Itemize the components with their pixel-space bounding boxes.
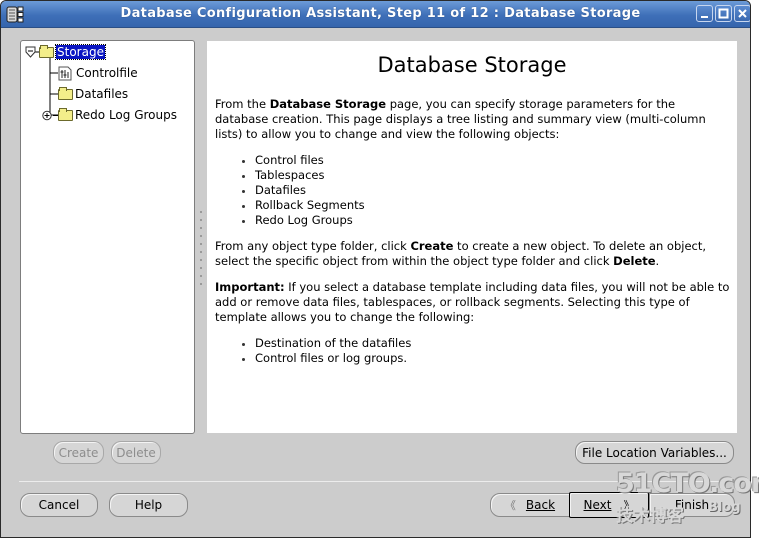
list-item: Datafiles: [242, 183, 365, 198]
next-button[interactable]: Next 》: [569, 492, 649, 518]
tree-item-label: Redo Log Groups: [75, 108, 177, 122]
text: From any object type folder, click: [215, 239, 411, 253]
next-label: Next: [583, 498, 612, 512]
storage-tree[interactable]: Storage Controlfile Datafiles Redo Log G…: [20, 40, 195, 434]
close-button[interactable]: [734, 5, 750, 22]
file-location-variables-button[interactable]: File Location Variables...: [575, 441, 734, 464]
bold-text: Important:: [215, 280, 285, 294]
window-title: Database Configuration Assistant, Step 1…: [120, 6, 641, 21]
bold-text: Delete: [613, 254, 656, 268]
list-item: Redo Log Groups: [242, 213, 365, 228]
content-title: Database Storage: [377, 53, 567, 77]
cancel-button[interactable]: Cancel: [20, 493, 98, 517]
create-delete-paragraph: From any object type folder, click Creat…: [215, 239, 730, 269]
minimize-button[interactable]: [696, 5, 713, 22]
maximize-button[interactable]: [715, 5, 732, 22]
finish-button[interactable]: Finish: [649, 493, 735, 517]
list-item: Destination of the datafiles: [241, 336, 412, 350]
help-content-panel: Database Storage From the Database Stora…: [207, 41, 737, 433]
minimize-icon: [701, 16, 708, 18]
objects-list: Control files Tablespaces Datafiles Roll…: [242, 153, 365, 228]
important-paragraph: Important: If you select a database temp…: [215, 280, 730, 325]
close-icon: [738, 9, 747, 18]
delete-button[interactable]: Delete: [111, 441, 161, 464]
dbca-window: Database Configuration Assistant, Step 1…: [0, 0, 751, 538]
tree-item-redo-log-groups[interactable]: Redo Log Groups: [42, 106, 177, 124]
tree-item-storage[interactable]: Storage: [25, 43, 106, 61]
title-bar[interactable]: Database Configuration Assistant, Step 1…: [1, 1, 750, 28]
back-arrow-icon: 《: [504, 499, 516, 512]
list-item: Control files: [242, 153, 365, 168]
bold-text: Database Storage: [269, 97, 387, 111]
maximize-icon: [718, 8, 729, 19]
tree-item-controlfile[interactable]: Controlfile: [58, 64, 138, 82]
intro-paragraph: From the Database Storage page, you can …: [215, 97, 730, 142]
folder-icon: [39, 44, 54, 58]
text: .: [655, 254, 660, 268]
separator: [19, 481, 750, 482]
back-button[interactable]: 《 Back: [490, 493, 570, 517]
list-item: Tablespaces: [242, 168, 365, 183]
collapse-icon[interactable]: [25, 46, 36, 58]
bold-text: Create: [410, 239, 454, 253]
folder-icon: [58, 86, 73, 100]
folder-icon: [58, 107, 73, 121]
text: If you select a database template includ…: [215, 280, 730, 324]
tree-item-datafiles[interactable]: Datafiles: [58, 85, 128, 103]
text: From the: [215, 97, 270, 111]
tree-item-label: Controlfile: [76, 66, 138, 80]
expand-icon[interactable]: [42, 110, 53, 121]
next-arrow-icon: 》: [623, 499, 635, 512]
back-label: Back: [525, 498, 556, 512]
list-item: Control files or log groups.: [241, 351, 411, 366]
tree-item-label: Storage: [55, 44, 106, 60]
controlfile-icon: [58, 66, 72, 80]
template-changes-list: Destination of the datafiles Control fil…: [241, 336, 412, 366]
help-button[interactable]: Help: [109, 493, 188, 517]
list-item: Rollback Segments: [242, 198, 365, 212]
tree-item-label: Datafiles: [75, 87, 129, 101]
create-button[interactable]: Create: [53, 441, 104, 464]
split-pane-divider[interactable]: [197, 211, 205, 291]
